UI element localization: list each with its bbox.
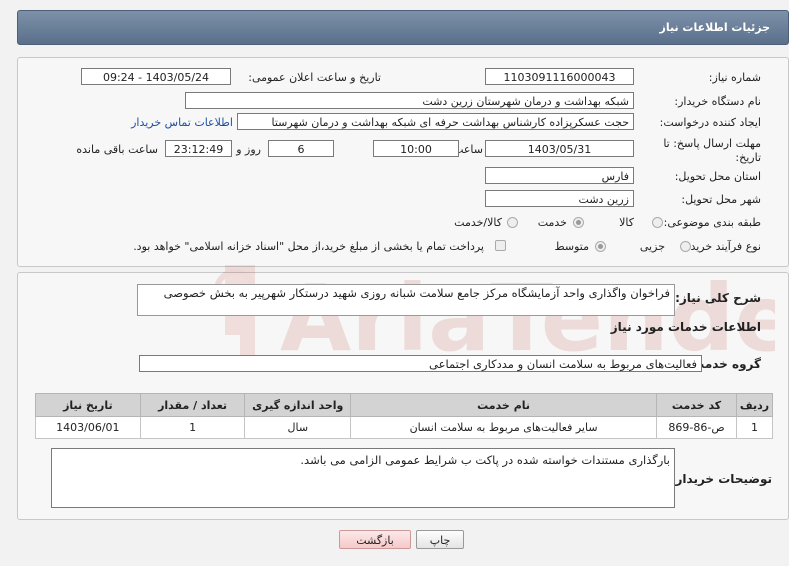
col-need-date: تاریخ نیاز: [35, 393, 141, 417]
col-service-name: نام خدمت: [350, 393, 658, 417]
services-table: ردیف کد خدمت نام خدمت واحد اندازه گیری ت…: [35, 393, 773, 439]
city-field: زرین دشت: [485, 190, 634, 207]
col-quantity: تعداد / مقدار: [139, 393, 246, 417]
category-label: طبقه بندی موضوعی:: [663, 216, 761, 229]
category-goods-radio[interactable]: [652, 217, 663, 228]
category-service-label: خدمت: [537, 216, 567, 229]
requester-field: حجت عسکرپزاده کارشناس بهداشت حرفه ای شبک…: [237, 113, 634, 130]
deadline-label: مهلت ارسال پاسخ: تا تاریخ:: [663, 137, 761, 164]
deadline-days-field: 6: [268, 140, 334, 157]
services-heading: اطلاعات خدمات مورد نیاز: [610, 320, 761, 334]
announce-datetime-label: تاریخ و ساعت اعلان عمومی:: [248, 71, 381, 84]
cell-need-date: 1403/06/01: [35, 416, 141, 439]
need-number-field: 1103091116000043: [485, 68, 634, 85]
process-medium-radio[interactable]: [595, 241, 606, 252]
process-minor-label: جزیی: [639, 240, 665, 253]
col-unit: واحد اندازه گیری: [244, 393, 352, 417]
col-service-code: کد خدمت: [656, 393, 738, 417]
cell-service-name: سایر فعالیت‌های مربوط به سلامت انسان: [350, 416, 658, 439]
cell-service-code: ص-86-869: [656, 416, 738, 439]
city-label: شهر محل تحویل:: [681, 193, 761, 206]
cell-unit: سال: [244, 416, 352, 439]
need-summary-field: فراخوان واگذاری واحد آزمایشگاه مرکز جامع…: [137, 284, 675, 316]
buyer-org-field: شبکه بهداشت و درمان شهرستان زرین دشت: [185, 92, 634, 109]
page-header: جزئیات اطلاعات نیاز: [17, 10, 789, 45]
category-goods-service-radio[interactable]: [507, 217, 518, 228]
need-number-label: شماره نیاز:: [708, 71, 761, 84]
col-row: ردیف: [736, 393, 773, 417]
page-title: جزئیات اطلاعات نیاز: [659, 21, 771, 34]
cell-quantity: 1: [139, 416, 246, 439]
process-medium-label: متوسط: [554, 240, 589, 253]
requester-label: ایجاد کننده درخواست:: [659, 116, 761, 129]
process-label: نوع فرآیند خرید :: [683, 240, 761, 253]
deadline-days-label: روز و: [236, 143, 261, 156]
need-summary-label: شرح کلی نیاز:: [675, 291, 761, 305]
province-label: استان محل تحویل:: [674, 170, 761, 183]
announce-datetime-field: 1403/05/24 - 09:24: [81, 68, 231, 85]
buyer-notes-label: توضیحات خریدار:: [670, 472, 772, 486]
buyer-contact-link[interactable]: اطلاعات تماس خریدار: [131, 116, 233, 129]
service-group-field: فعالیت‌های مربوط به سلامت انسان و مددکار…: [139, 355, 702, 372]
services-table-header: ردیف کد خدمت نام خدمت واحد اندازه گیری ت…: [35, 393, 773, 417]
category-goods-service-label: کالا/خدمت: [454, 216, 502, 229]
province-field: فارس: [485, 167, 634, 184]
buyer-notes-field: بارگذاری مستندات خواسته شده در پاکت ب شر…: [51, 448, 675, 508]
remaining-time-field: 23:12:49: [165, 140, 232, 157]
buyer-org-label: نام دستگاه خریدار:: [674, 95, 761, 108]
treasury-payment-note: پرداخت تمام یا بخشی از مبلغ خرید،از محل …: [133, 240, 484, 253]
category-service-radio[interactable]: [573, 217, 584, 228]
deadline-date-field: 1403/05/31: [485, 140, 634, 157]
table-row: 1 ص-86-869 سایر فعالیت‌های مربوط به سلام…: [35, 416, 773, 439]
cell-row: 1: [736, 416, 773, 439]
print-button[interactable]: چاپ: [416, 530, 464, 549]
back-button[interactable]: بازگشت: [339, 530, 411, 549]
deadline-time-field: 10:00: [373, 140, 459, 157]
remaining-time-label: ساعت باقی مانده: [76, 143, 158, 156]
process-minor-radio[interactable]: [680, 241, 691, 252]
treasury-payment-checkbox[interactable]: [495, 240, 506, 251]
category-goods-label: کالا: [619, 216, 634, 229]
